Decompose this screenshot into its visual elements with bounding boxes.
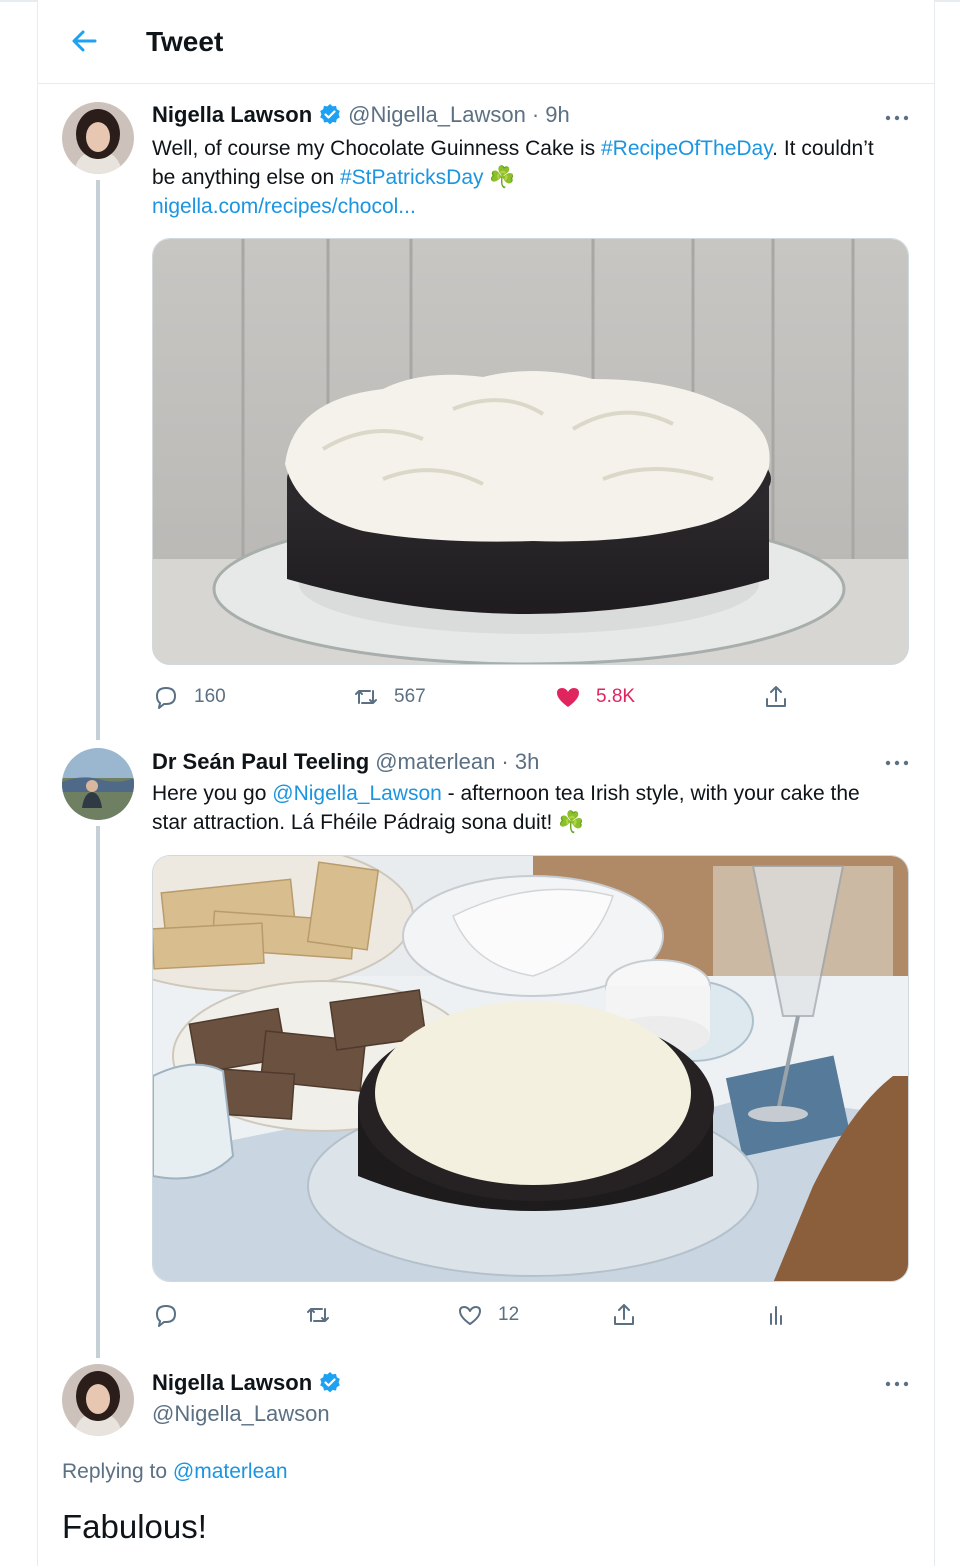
more-options-icon[interactable]: [882, 108, 912, 128]
url-link[interactable]: nigella.com/recipes/chocol...: [152, 195, 416, 218]
replying-to-handle[interactable]: @materlean: [173, 1460, 288, 1483]
page-title: Tweet: [146, 26, 224, 57]
tweet-text-part: Here you go: [152, 782, 273, 805]
reply-count: 160: [194, 686, 226, 707]
share-button[interactable]: [762, 681, 790, 713]
tweet-actions: 160 567 5.8K: [152, 681, 892, 713]
replying-to: Replying to @materlean: [62, 1460, 288, 1484]
back-arrow-icon[interactable]: [67, 24, 101, 58]
mention-link[interactable]: @Nigella_Lawson: [272, 782, 442, 805]
reply-button[interactable]: [152, 1299, 180, 1331]
retweet-icon: [307, 1308, 329, 1322]
heart-filled-icon: [557, 688, 579, 707]
like-count: 5.8K: [596, 686, 636, 707]
tweet-actions: 12: [152, 1299, 892, 1331]
more-options-icon[interactable]: [882, 1374, 912, 1394]
more-options-icon[interactable]: [882, 753, 912, 773]
shamrock-emoji: ☘️: [558, 811, 585, 834]
shamrock-emoji: ☘️: [489, 166, 516, 189]
like-button[interactable]: 12: [456, 1299, 519, 1331]
tweet-photo-cake[interactable]: [152, 238, 909, 665]
retweet-count: 567: [394, 686, 426, 707]
author-handle[interactable]: @Nigella_Lawson: [152, 1401, 330, 1427]
avatar[interactable]: [62, 1364, 134, 1436]
tweet-time[interactable]: · 9h: [532, 102, 570, 128]
replying-to-label: Replying to: [62, 1460, 168, 1483]
hashtag-link[interactable]: #StPatricksDay: [340, 166, 484, 189]
share-icon: [766, 686, 786, 707]
verified-badge-icon: [318, 103, 342, 127]
focused-tweet-text: Fabulous!: [62, 1508, 207, 1545]
author-name[interactable]: Nigella Lawson: [152, 102, 312, 128]
retweet-button[interactable]: [304, 1299, 332, 1331]
tweet-photo-afternoon-tea[interactable]: [152, 855, 909, 1282]
author-name[interactable]: Dr Seán Paul Teeling: [152, 749, 369, 775]
author-handle[interactable]: @materlean: [375, 749, 495, 775]
share-button[interactable]: [610, 1299, 638, 1331]
tweet-time[interactable]: · 3h: [501, 749, 539, 775]
author-name[interactable]: Nigella Lawson: [152, 1370, 312, 1396]
like-button[interactable]: 5.8K: [554, 681, 635, 713]
reply-icon: [156, 687, 176, 709]
author-handle[interactable]: @Nigella_Lawson: [348, 102, 526, 128]
retweet-icon: [355, 690, 377, 704]
reply-button[interactable]: 160: [152, 681, 226, 713]
share-icon: [614, 1304, 634, 1325]
tweet-text: Here you go @Nigella_Lawson - afternoon …: [152, 779, 882, 837]
analytics-button[interactable]: [762, 1299, 790, 1331]
like-count: 12: [498, 1304, 520, 1325]
reply-icon: [156, 1305, 176, 1327]
avatar[interactable]: [62, 102, 134, 174]
tweet-author-line: Nigella Lawson: [152, 1370, 342, 1396]
retweet-button[interactable]: 567: [352, 681, 426, 713]
analytics-icon: [770, 1306, 782, 1325]
tweet-author-line: Dr Seán Paul Teeling @materlean · 3h: [152, 749, 539, 775]
tweet-text: Well, of course my Chocolate Guinness Ca…: [152, 134, 892, 221]
heart-outline-icon: [459, 1306, 481, 1325]
thread-line: [96, 180, 100, 740]
verified-badge-icon: [318, 1371, 342, 1395]
tweet-author-line: Nigella Lawson @Nigella_Lawson · 9h: [152, 102, 570, 128]
page-header: Tweet: [37, 2, 935, 84]
thread-line: [96, 826, 100, 1358]
hashtag-link[interactable]: #RecipeOfTheDay: [601, 137, 772, 160]
avatar[interactable]: [62, 748, 134, 820]
tweet-text-part: Well, of course my Chocolate Guinness Ca…: [152, 137, 601, 160]
